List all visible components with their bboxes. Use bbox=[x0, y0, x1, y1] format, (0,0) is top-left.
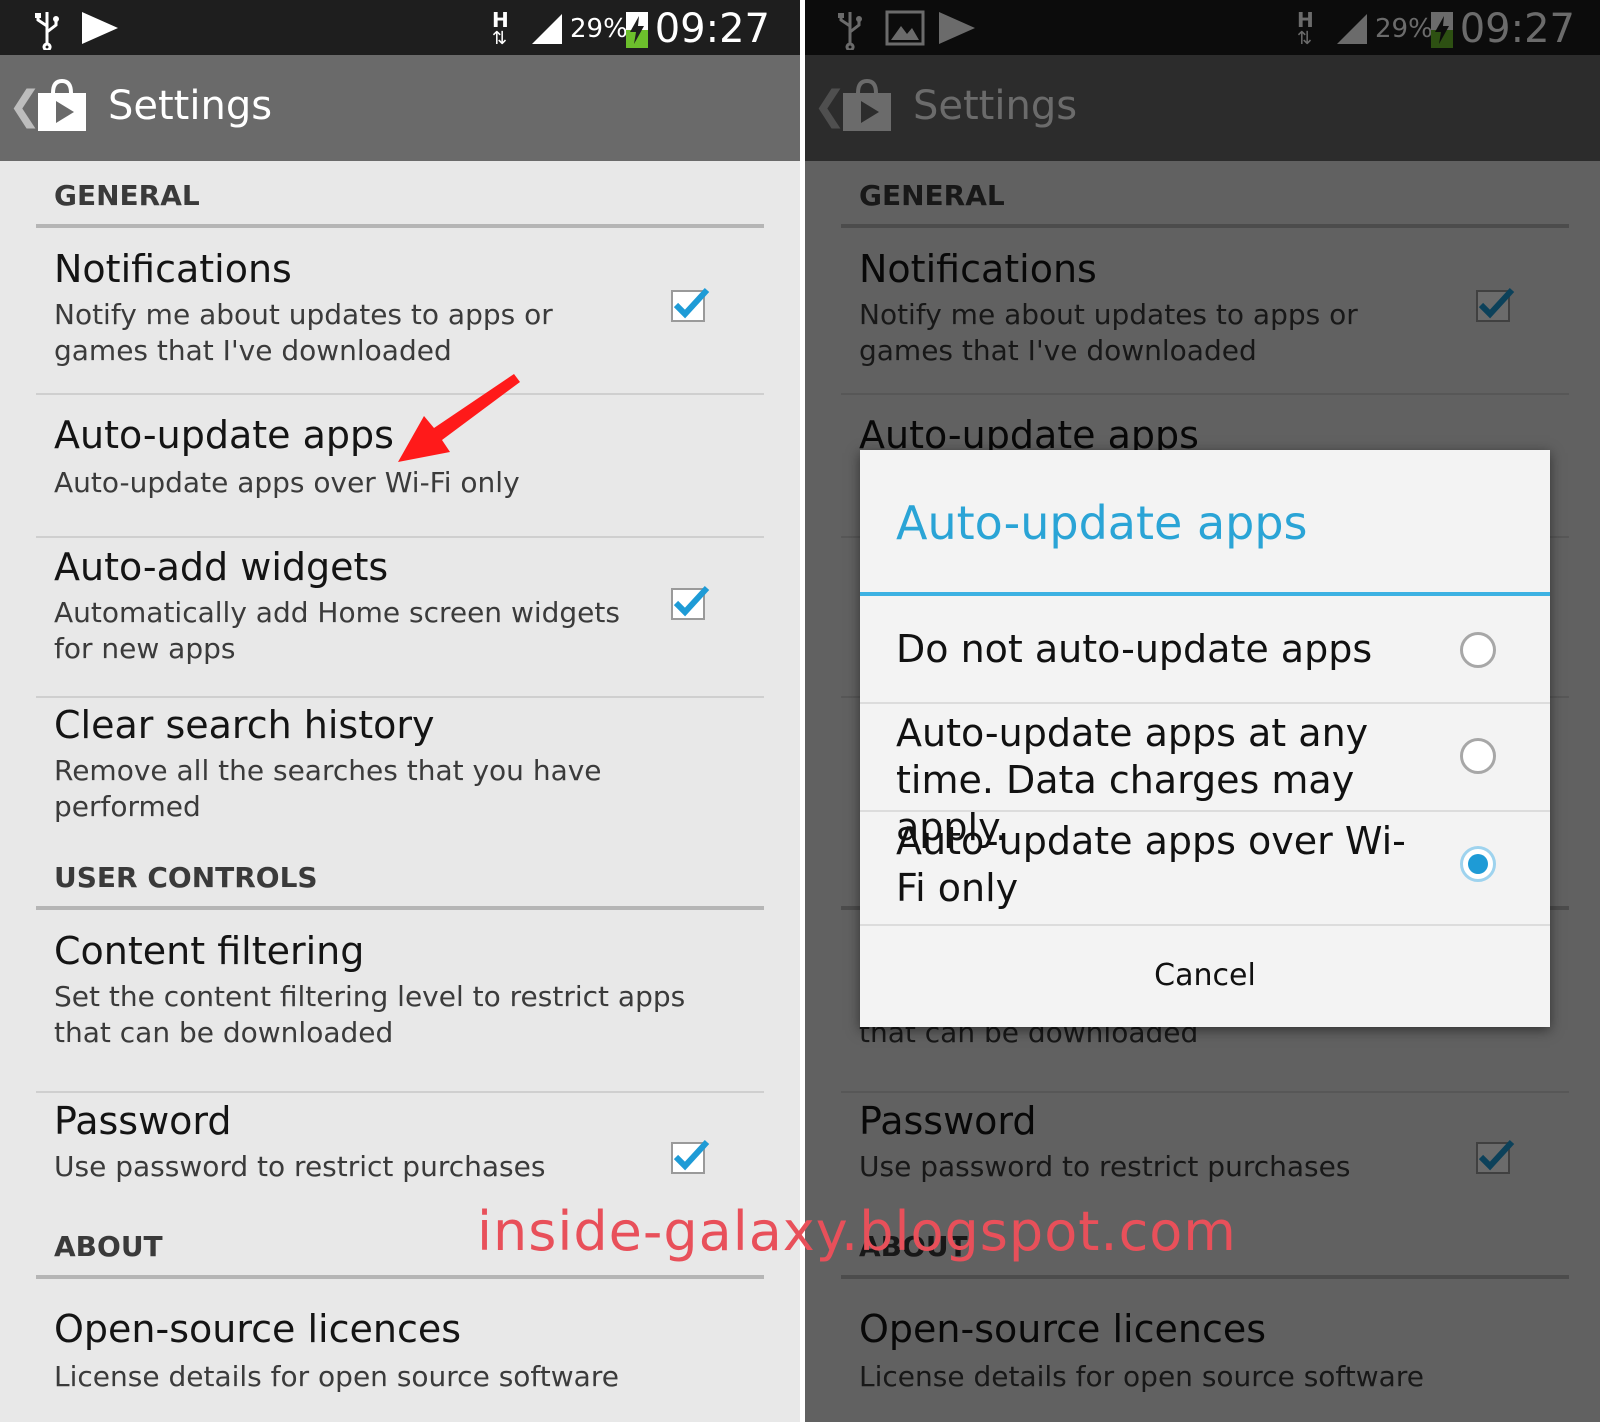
action-bar: ❮ Settings bbox=[0, 55, 800, 161]
signal-icon bbox=[532, 14, 562, 44]
setting-subtitle: Auto-update apps over Wi-Fi only bbox=[54, 466, 520, 499]
item-divider bbox=[36, 536, 764, 538]
setting-title: Open-source licences bbox=[54, 1307, 462, 1351]
notifications-checkbox[interactable] bbox=[670, 287, 710, 323]
setting-subtitle: Notify me about updates to apps or games… bbox=[54, 298, 553, 367]
item-divider bbox=[36, 1091, 764, 1093]
setting-title: Password bbox=[54, 1099, 232, 1143]
section-divider bbox=[36, 906, 764, 910]
setting-subtitle: License details for open source software bbox=[54, 1360, 619, 1393]
setting-subtitle: Automatically add Home screen widgets fo… bbox=[54, 596, 620, 665]
cancel-button[interactable]: Cancel bbox=[860, 924, 1550, 1027]
setting-title: Content filtering bbox=[54, 929, 365, 973]
usb-icon bbox=[35, 12, 59, 50]
setting-title: Clear search history bbox=[54, 703, 435, 747]
option-label: Do not auto-update apps bbox=[896, 627, 1373, 671]
section-header-user-controls: USER CONTROLS bbox=[54, 861, 318, 894]
password-checkbox[interactable] bbox=[670, 1139, 710, 1175]
setting-subtitle: Use password to restrict purchases bbox=[54, 1150, 546, 1183]
section-header-general: GENERAL bbox=[54, 179, 200, 212]
option-auto-update-any-time[interactable]: Auto-update apps at any time. Data charg… bbox=[860, 704, 1550, 849]
section-divider bbox=[36, 1275, 764, 1279]
auto-update-dialog: Auto-update apps Do not auto-update apps… bbox=[860, 450, 1550, 1027]
option-do-not-auto-update[interactable]: Do not auto-update apps bbox=[860, 596, 1550, 702]
item-divider bbox=[36, 696, 764, 698]
page-title: Settings bbox=[108, 83, 273, 129]
status-bar: H ⇅ 29% 09:27 bbox=[0, 0, 800, 55]
play-store-notification-icon bbox=[82, 12, 118, 44]
option-label: Auto-update apps over Wi-Fi only bbox=[896, 819, 1406, 910]
setting-subtitle: Remove all the searches that you have pe… bbox=[54, 754, 602, 823]
section-divider bbox=[36, 224, 764, 228]
watermark: inside-galaxy.blogspot.com bbox=[477, 1200, 1237, 1263]
red-arrow-annotation bbox=[398, 374, 520, 462]
section-header-about: ABOUT bbox=[54, 1230, 163, 1263]
battery-charging-icon bbox=[626, 12, 648, 48]
clock: 09:27 bbox=[654, 6, 770, 52]
setting-title: Notifications bbox=[54, 247, 292, 291]
setting-title: Auto-add widgets bbox=[54, 545, 389, 589]
radio-button[interactable] bbox=[1460, 738, 1496, 774]
setting-subtitle: Set the content filtering level to restr… bbox=[54, 980, 686, 1049]
battery-percent: 29% bbox=[570, 14, 628, 44]
play-store-bag-icon[interactable] bbox=[36, 79, 88, 133]
option-auto-update-wifi-only[interactable]: Auto-update apps over Wi-Fi only bbox=[860, 812, 1550, 920]
radio-button-selected[interactable] bbox=[1460, 846, 1496, 882]
radio-button[interactable] bbox=[1460, 632, 1496, 668]
setting-title: Auto-update apps bbox=[54, 413, 394, 457]
dialog-title: Auto-update apps bbox=[896, 496, 1308, 550]
data-arrows-icon: ⇅ bbox=[492, 28, 508, 49]
auto-add-widgets-checkbox[interactable] bbox=[670, 585, 710, 621]
